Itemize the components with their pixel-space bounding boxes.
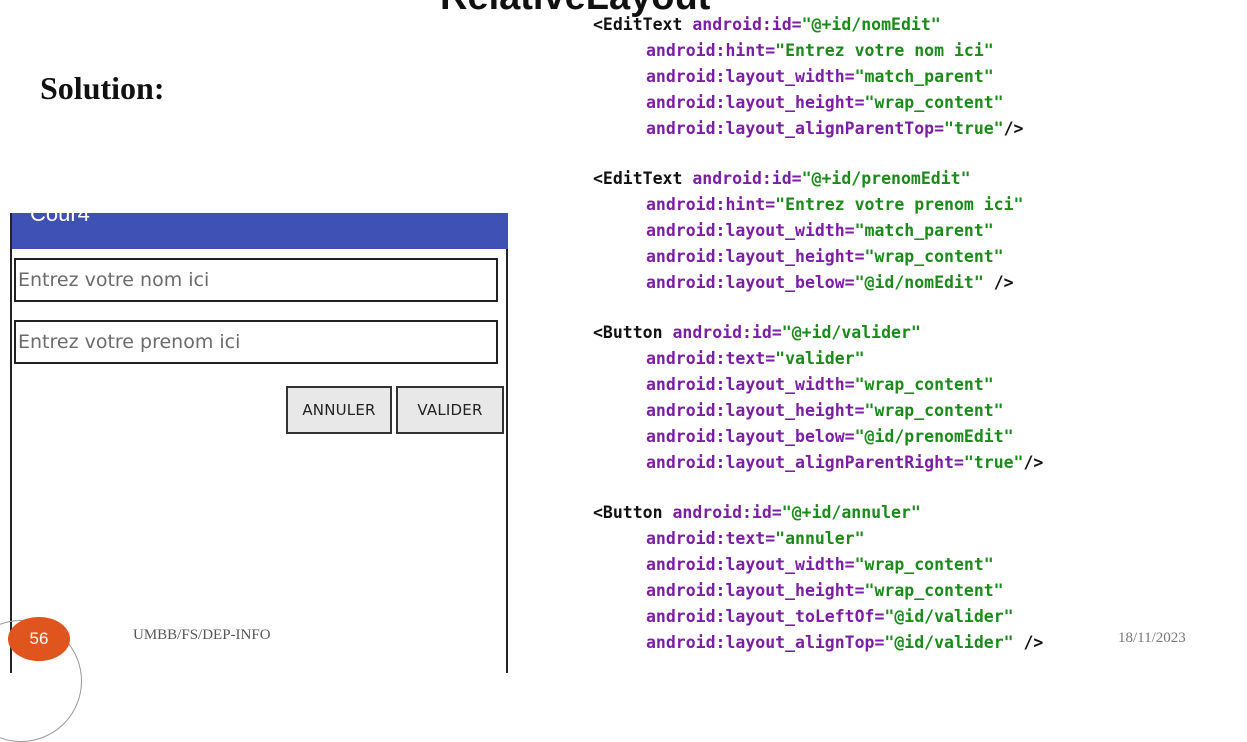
- code-value: "@+id/valider": [781, 323, 921, 342]
- app-title: Cour4: [30, 213, 90, 226]
- code-value: "true": [944, 119, 1004, 138]
- code-line: android:layout_alignTop="@id/valider" />: [593, 630, 1043, 656]
- code-line: android:layout_height="wrap_content": [593, 398, 1043, 424]
- code-line: android:hint="Entrez votre prenom ici": [593, 192, 1043, 218]
- code-line: android:layout_width="match_parent": [593, 64, 1043, 90]
- code-attr: android:layout_height=: [646, 247, 865, 266]
- code-gap: [593, 476, 1043, 500]
- code-value: "@+id/annuler": [781, 503, 921, 522]
- code-attr: android:layout_below=: [646, 427, 855, 446]
- code-value: "@id/valider": [884, 607, 1014, 626]
- code-value: "true": [963, 453, 1024, 472]
- code-tag-end: />: [983, 273, 1014, 292]
- code-line: android:layout_width="match_parent": [593, 218, 1043, 244]
- footer-org: UMBB/FS/DEP-INFO: [133, 627, 271, 643]
- code-attr: android:layout_alignParentRight=: [646, 453, 964, 472]
- code-tag-end: />: [1023, 453, 1044, 472]
- code-tag: <EditText: [593, 169, 683, 188]
- prenom-hint: Entrez votre prenom ici: [18, 331, 241, 353]
- prenom-edit-field[interactable]: Entrez votre prenom ici: [14, 320, 498, 364]
- code-value: "wrap_content": [854, 555, 994, 574]
- nom-edit-field[interactable]: Entrez votre nom ici: [14, 258, 498, 302]
- code-attr: android:layout_width=: [646, 555, 855, 574]
- xml-code-block: <EditText android:id="@+id/nomEdit" andro…: [593, 12, 1043, 656]
- code-line: android:hint="Entrez votre nom ici": [593, 38, 1043, 64]
- annuler-label: ANNULER: [302, 401, 376, 419]
- code-line: android:layout_below="@id/nomEdit" />: [593, 270, 1043, 296]
- code-line: android:layout_alignParentRight="true"/>: [593, 450, 1043, 476]
- code-attr: android:layout_height=: [646, 93, 865, 112]
- code-line: <EditText android:id="@+id/nomEdit": [593, 12, 1043, 38]
- code-attr: android:hint=: [646, 41, 776, 60]
- code-attr: android:layout_width=: [646, 375, 855, 394]
- code-line: android:text="valider": [593, 346, 1043, 372]
- code-tag: <EditText: [593, 15, 683, 34]
- code-value: "Entrez votre nom ici": [775, 41, 994, 60]
- code-gap: [593, 142, 1043, 166]
- code-value: "wrap_content": [864, 247, 1004, 266]
- code-value: "@id/prenomEdit": [854, 427, 1014, 446]
- code-value: "wrap_content": [854, 375, 994, 394]
- code-value: "@+id/prenomEdit": [801, 169, 971, 188]
- page-number: 56: [29, 629, 49, 648]
- code-attr: android:layout_width=: [646, 221, 855, 240]
- code-tag: <Button: [593, 503, 663, 522]
- valider-label: VALIDER: [417, 401, 483, 419]
- code-value: "wrap_content": [864, 581, 1004, 600]
- footer-date: 18/11/2023: [1118, 630, 1186, 646]
- code-line: android:layout_alignParentTop="true"/>: [593, 116, 1043, 142]
- page-number-badge: 56: [8, 617, 70, 661]
- solution-heading: Solution:: [40, 70, 165, 106]
- code-attr: android:hint=: [646, 195, 776, 214]
- code-value: "Entrez votre prenom ici": [775, 195, 1024, 214]
- code-line: android:layout_width="wrap_content": [593, 552, 1043, 578]
- code-line: android:layout_below="@id/prenomEdit": [593, 424, 1043, 450]
- code-attr: android:layout_alignParentTop=: [646, 119, 945, 138]
- code-line: android:layout_width="wrap_content": [593, 372, 1043, 398]
- code-value: "@+id/nomEdit": [801, 15, 941, 34]
- code-tag-end: />: [1013, 633, 1044, 652]
- code-line: android:layout_height="wrap_content": [593, 90, 1043, 116]
- code-value: "valider": [775, 349, 865, 368]
- code-attr: android:layout_width=: [646, 67, 855, 86]
- code-attr: android:layout_alignTop=: [646, 633, 885, 652]
- code-attr: android:text=: [646, 349, 776, 368]
- code-line: <Button android:id="@+id/annuler": [593, 500, 1043, 526]
- code-value: "match_parent": [854, 221, 994, 240]
- code-line: android:layout_toLeftOf="@id/valider": [593, 604, 1043, 630]
- code-value: "annuler": [775, 529, 865, 548]
- code-attr: android:layout_height=: [646, 581, 865, 600]
- code-line: android:layout_height="wrap_content": [593, 578, 1043, 604]
- code-tag: <Button: [593, 323, 663, 342]
- code-gap: [593, 296, 1043, 320]
- code-value: "wrap_content": [864, 93, 1004, 112]
- code-attr: android:layout_height=: [646, 401, 865, 420]
- code-value: "wrap_content": [864, 401, 1004, 420]
- nom-hint: Entrez votre nom ici: [18, 269, 210, 291]
- code-line: <Button android:id="@+id/valider": [593, 320, 1043, 346]
- app-bar: Cour4: [12, 213, 508, 249]
- code-attr: android:layout_below=: [646, 273, 855, 292]
- code-value: "match_parent": [854, 67, 994, 86]
- code-attr: android:text=: [646, 529, 776, 548]
- code-attr: android:id=: [662, 503, 782, 522]
- code-value: "@id/valider": [884, 633, 1014, 652]
- code-line: android:text="annuler": [593, 526, 1043, 552]
- code-attr: android:id=: [662, 323, 782, 342]
- code-attr: android:layout_toLeftOf=: [646, 607, 885, 626]
- annuler-button[interactable]: ANNULER: [286, 386, 392, 434]
- code-line: android:layout_height="wrap_content": [593, 244, 1043, 270]
- code-line: <EditText android:id="@+id/prenomEdit": [593, 166, 1043, 192]
- code-tag-end: />: [1003, 119, 1024, 138]
- phone-screenshot: Cour4 Entrez votre nom ici Entrez votre …: [10, 213, 508, 673]
- code-attr: android:id=: [682, 15, 802, 34]
- code-value: "@id/nomEdit": [854, 273, 984, 292]
- valider-button[interactable]: VALIDER: [396, 386, 504, 434]
- code-attr: android:id=: [682, 169, 802, 188]
